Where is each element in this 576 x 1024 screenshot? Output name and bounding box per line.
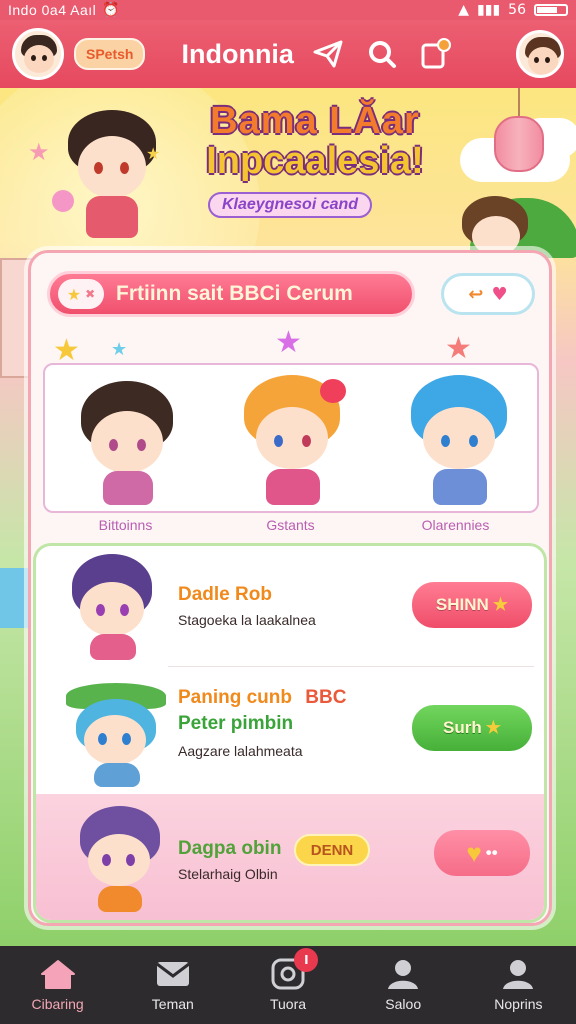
home-icon <box>40 960 75 989</box>
favorite-button[interactable]: ↩ ♥ <box>441 273 535 315</box>
user-name-chip[interactable]: SPetsh <box>74 38 146 70</box>
list-item-title-extra: BBC <box>305 687 347 708</box>
search-bar[interactable]: ★ ✖ Frtiinn sait BBCi Cerum <box>47 271 415 317</box>
battery-icon <box>534 4 568 16</box>
hero-title: Bama LĂar Inpcaalesia! <box>170 100 460 182</box>
more-icon: •• <box>485 843 498 862</box>
list-item[interactable]: Dagpa obin Stelarhaig Olbin DENN ♥ •• <box>36 794 544 920</box>
nav-label: Tuora <box>269 996 307 1012</box>
nav-item-profile[interactable]: Noprins <box>461 946 576 1024</box>
mail-icon <box>155 962 190 986</box>
signal-icon: ▮▮▮ <box>477 2 501 18</box>
list-item-subtitle: Stagoeka la laakalnea <box>178 612 316 628</box>
character-avatar <box>73 381 183 511</box>
profile-avatar[interactable] <box>516 30 564 78</box>
battery-text: 56 <box>508 2 526 18</box>
star-decoration: ★ <box>146 144 161 163</box>
activity-list: Dadle Rob Stagoeka la laakalnea SHINN ★ … <box>33 543 547 923</box>
arrow-icon: ↩ <box>468 283 484 305</box>
list-item-avatar <box>66 554 166 664</box>
surh-button[interactable]: Surh ★ <box>412 705 532 751</box>
denn-badge[interactable]: DENN <box>294 834 370 866</box>
star-badge-icon: ★ ✖ <box>58 279 104 309</box>
character-label: Gstants <box>266 517 315 533</box>
carrier-text: Indo 0a4 Aaıl <box>8 2 97 18</box>
list-item-title: Paning cunb BBC <box>178 687 346 709</box>
search-icon[interactable] <box>362 34 402 74</box>
hero-title-line2: Inpcaalesia! <box>206 139 424 182</box>
list-item-avatar <box>66 677 176 789</box>
search-label: Frtiinn sait BBCi Cerum <box>116 282 353 305</box>
character-card[interactable] <box>375 365 540 515</box>
nav-item-home[interactable]: Cibaring <box>0 946 115 1024</box>
shine-button[interactable]: SHINN ★ <box>412 582 532 628</box>
lantern-decoration <box>494 116 544 172</box>
notification-badge: I <box>294 948 319 972</box>
person-icon <box>388 960 419 989</box>
character-label: Bittoinns <box>98 517 153 533</box>
heart-icon: ♥ <box>491 283 508 305</box>
list-item-title-text: Paning cunb <box>178 687 292 708</box>
profile-icon <box>503 960 534 989</box>
button-label: Surh <box>443 718 482 737</box>
list-item-avatar <box>76 806 166 916</box>
nav-label: Teman <box>151 996 194 1012</box>
star-icon: ★ <box>485 718 501 737</box>
button-label: SHINN <box>435 595 489 614</box>
character-avatar <box>238 375 348 511</box>
hero-title-line1: Bama LĂar <box>210 100 420 142</box>
list-item-subtitle: Stelarhaig Olbin <box>178 866 278 882</box>
star-decoration: ★ <box>275 325 302 360</box>
star-decoration: ★ <box>28 138 50 166</box>
list-item-title-2: Peter pimbin <box>178 713 294 734</box>
like-button[interactable]: ♥ •• <box>434 830 530 876</box>
nav-label: Noprins <box>494 996 543 1012</box>
character-card[interactable] <box>210 365 375 515</box>
star-decoration: ★ <box>111 339 128 360</box>
character-row <box>43 363 539 513</box>
send-icon[interactable] <box>308 34 348 74</box>
list-item[interactable]: Paning cunb BBC Peter pimbin Aagzare lal… <box>36 667 544 791</box>
character-label: Olarennies <box>421 517 490 533</box>
nav-label: Saloo <box>385 996 422 1012</box>
hero-character-right <box>462 196 532 256</box>
main-panel: ★✖ Frtiinn sait BBCi Cerum ↩ ♥ ★ ★ ★ ★ <box>28 250 552 926</box>
nav-item-mail[interactable]: Teman <box>115 946 230 1024</box>
list-item-title: Dadle Rob <box>178 584 272 605</box>
list-item[interactable]: Dadle Rob Stagoeka la laakalnea SHINN ★ <box>36 546 544 666</box>
character-card[interactable] <box>45 365 210 515</box>
character-avatar <box>405 375 515 511</box>
nav-item-chat[interactable]: I Tuora <box>230 946 345 1024</box>
wifi-icon: ▲ <box>458 2 470 18</box>
alarm-icon: ⏰ <box>102 2 120 18</box>
hero-character-left <box>52 110 168 250</box>
nav-item-person[interactable]: Saloo <box>346 946 461 1024</box>
heart-icon: ♥ <box>466 837 482 868</box>
app-header: SPetsh Indonnia <box>0 20 576 88</box>
star-decoration: ★ <box>445 331 472 366</box>
star-icon: ★ <box>492 595 509 614</box>
status-bar: Indo 0a4 Aaıl ⏰ ▲ ▮▮▮ 56 <box>0 0 576 20</box>
app-title: Indonnia <box>181 38 294 69</box>
hero-subtitle: Klaeygnesoi cand <box>208 192 373 218</box>
bottom-navigation: Cibaring Teman I Tuora Saloo Noprins <box>0 946 576 1024</box>
list-item-title: Dagpa obin <box>178 838 282 859</box>
nav-label: Cibaring <box>31 996 84 1012</box>
list-item-subtitle: Aagzare lalahmeata <box>178 743 303 759</box>
user-avatar[interactable] <box>12 28 64 80</box>
notification-icon[interactable] <box>416 34 456 74</box>
